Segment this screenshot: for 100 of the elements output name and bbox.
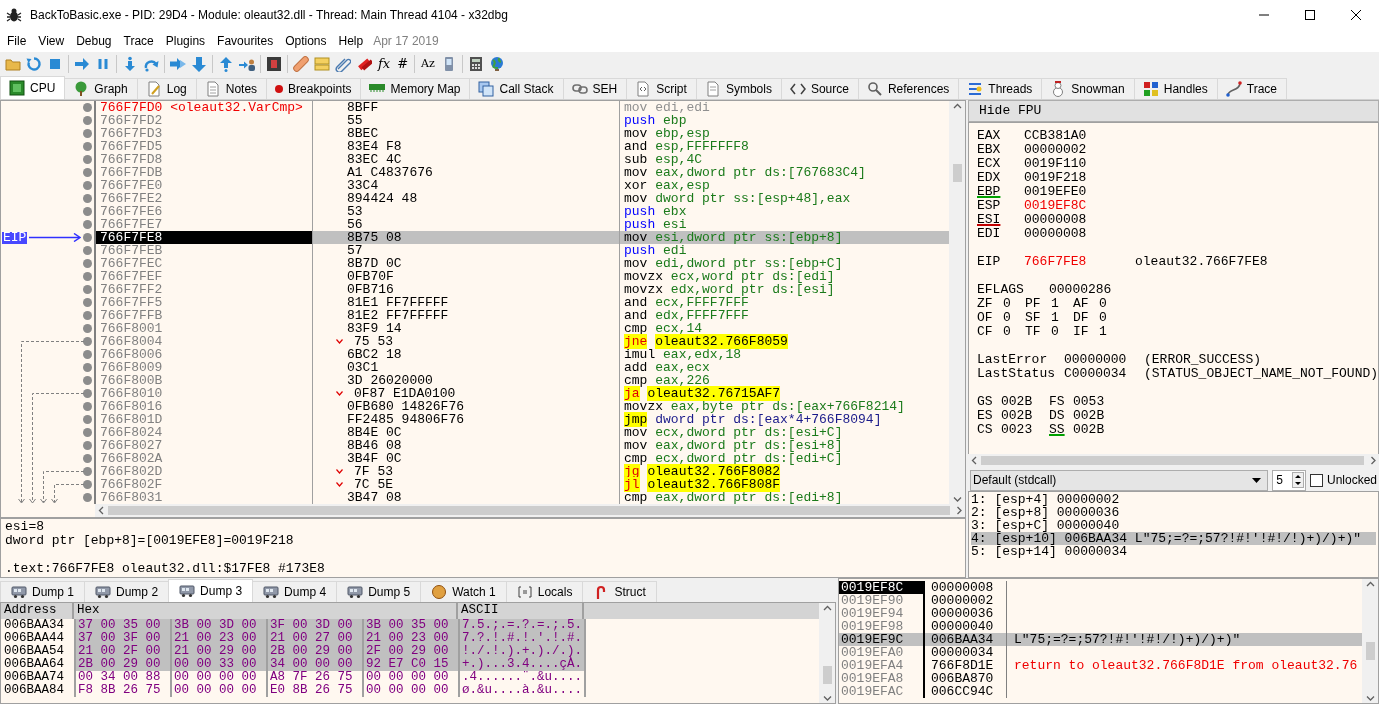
menu-item[interactable]: Plugins bbox=[159, 32, 212, 50]
breakpoint-dot-icon[interactable] bbox=[83, 142, 92, 151]
menu-item[interactable]: Favourites bbox=[211, 32, 280, 50]
menu-item[interactable]: Debug bbox=[70, 32, 118, 50]
argument-count-spinner[interactable]: 5 bbox=[1272, 469, 1306, 491]
tab[interactable]: Script bbox=[626, 78, 697, 99]
breakpoint-dot-icon[interactable] bbox=[83, 272, 92, 281]
menu-item[interactable]: File bbox=[1, 32, 33, 50]
breakpoint-dot-icon[interactable] bbox=[83, 389, 92, 398]
scroll-right-icon[interactable] bbox=[1370, 456, 1376, 465]
argument-row[interactable]: 5: [esp+14] 00000034 bbox=[971, 545, 1376, 558]
restart-icon[interactable] bbox=[26, 56, 42, 72]
tab[interactable]: Log bbox=[136, 78, 197, 99]
up-arrow-icon[interactable] bbox=[218, 56, 234, 72]
breakpoint-dot-icon[interactable] bbox=[83, 493, 92, 502]
breakpoint-dot-icon[interactable] bbox=[83, 337, 92, 346]
register-value: 00000000 bbox=[1064, 353, 1128, 367]
folder-icon[interactable] bbox=[5, 56, 21, 72]
tab[interactable]: Graph bbox=[64, 78, 138, 99]
scroll-thumb[interactable] bbox=[952, 164, 962, 182]
toolbar-button[interactable]: # bbox=[396, 56, 410, 72]
checkbox[interactable] bbox=[1309, 473, 1323, 487]
hide-fpu-button[interactable]: Hide FPU bbox=[968, 100, 1379, 122]
scroll-down-icon[interactable] bbox=[1365, 695, 1375, 701]
bandage-icon[interactable] bbox=[293, 56, 309, 72]
tab[interactable]: Symbols bbox=[695, 78, 782, 99]
vertical-scrollbar[interactable] bbox=[819, 603, 835, 703]
calling-convention-select[interactable]: Default (stdcall) bbox=[970, 469, 1269, 491]
breakpoint-dot-icon[interactable] bbox=[83, 285, 92, 294]
scroll-up-icon[interactable] bbox=[822, 605, 832, 611]
paperclip-icon[interactable] bbox=[335, 56, 351, 72]
breakpoint-dot-icon[interactable] bbox=[83, 194, 92, 203]
breakpoint-dot-icon[interactable] bbox=[83, 480, 92, 489]
tab[interactable]: Snowman bbox=[1041, 78, 1135, 99]
breakpoint-dot-icon[interactable] bbox=[83, 415, 92, 424]
tab[interactable]: Trace bbox=[1216, 78, 1287, 99]
scroll-down-icon[interactable] bbox=[952, 496, 962, 502]
tab[interactable]: Call Stack bbox=[469, 78, 564, 99]
breakpoint-dot-icon[interactable] bbox=[83, 246, 92, 255]
scroll-thumb[interactable] bbox=[108, 506, 950, 515]
breakpoint-dot-icon[interactable] bbox=[83, 428, 92, 437]
scroll-down-icon[interactable] bbox=[822, 695, 832, 701]
tab[interactable]: Memory Map bbox=[360, 78, 471, 99]
tab[interactable]: Breakpoints bbox=[266, 78, 362, 99]
breakpoint-dot-icon[interactable] bbox=[83, 116, 92, 125]
breakpoint-dot-icon[interactable] bbox=[83, 441, 92, 450]
breakpoint-dot-icon[interactable] bbox=[83, 311, 92, 320]
breakpoint-dot-icon[interactable] bbox=[83, 363, 92, 372]
hex-cell: F8 8B 26 75 bbox=[74, 684, 170, 697]
breakpoint-dot-icon[interactable] bbox=[83, 233, 92, 242]
breakpoint-dot-icon[interactable] bbox=[83, 376, 92, 385]
scroll-up-icon[interactable] bbox=[952, 103, 962, 109]
scroll-thumb[interactable] bbox=[981, 456, 1364, 465]
globe-icon[interactable] bbox=[488, 56, 505, 72]
breakpoint-dot-icon[interactable] bbox=[83, 168, 92, 177]
dark-square-icon[interactable] bbox=[266, 56, 282, 72]
stop-icon[interactable] bbox=[47, 56, 63, 72]
breakpoint-dot-icon[interactable] bbox=[83, 454, 92, 463]
scroll-left-icon[interactable] bbox=[98, 506, 104, 515]
horizontal-scrollbar[interactable] bbox=[968, 454, 1379, 467]
breakpoint-dot-icon[interactable] bbox=[83, 207, 92, 216]
scroll-thumb[interactable] bbox=[822, 666, 832, 684]
run-to-icon[interactable] bbox=[170, 56, 186, 72]
tab[interactable]: Dump 3 bbox=[168, 579, 254, 602]
scroll-right-icon[interactable] bbox=[956, 506, 962, 515]
menu-item[interactable]: Trace bbox=[117, 32, 160, 50]
breakpoint-dot-icon[interactable] bbox=[83, 259, 92, 268]
breakpoint-dot-icon[interactable] bbox=[83, 324, 92, 333]
scroll-thumb[interactable] bbox=[1365, 642, 1375, 660]
tab[interactable]: Handles bbox=[1133, 78, 1218, 99]
vertical-scrollbar[interactable] bbox=[949, 101, 965, 504]
scroll-left-icon[interactable] bbox=[971, 456, 977, 465]
tab[interactable]: Notes bbox=[195, 78, 268, 99]
calculator-icon[interactable] bbox=[467, 56, 484, 72]
toolbar-button[interactable]: Az bbox=[420, 56, 436, 72]
toolbar-button[interactable]: fx bbox=[377, 56, 392, 72]
breakpoint-dot-icon[interactable] bbox=[83, 402, 92, 411]
menu-item[interactable]: Help bbox=[332, 32, 370, 50]
argument-row[interactable]: 3: [esp+C] 00000040 bbox=[971, 519, 1376, 532]
breakpoint-dot-icon[interactable] bbox=[83, 467, 92, 476]
scroll-up-icon[interactable] bbox=[1365, 581, 1375, 587]
menu-item[interactable]: Options bbox=[279, 32, 333, 50]
breakpoint-dot-icon[interactable] bbox=[83, 129, 92, 138]
breakpoint-dot-icon[interactable] bbox=[83, 103, 92, 112]
breakpoint-dot-icon[interactable] bbox=[83, 155, 92, 164]
note-icon[interactable] bbox=[314, 56, 330, 72]
horizontal-scrollbar[interactable] bbox=[95, 504, 965, 517]
run-icon[interactable] bbox=[74, 56, 90, 72]
tab[interactable]: References bbox=[857, 78, 960, 99]
breakpoint-dot-icon[interactable] bbox=[83, 298, 92, 307]
argument-row[interactable]: 2: [esp+8] 00000036 bbox=[971, 506, 1376, 519]
vertical-scrollbar[interactable] bbox=[1362, 579, 1378, 703]
tab[interactable]: CPU bbox=[0, 76, 66, 99]
breakpoint-dot-icon[interactable] bbox=[83, 220, 92, 229]
down-arrow-icon[interactable] bbox=[191, 56, 207, 72]
menu-item[interactable]: View bbox=[32, 32, 71, 50]
breakpoint-dot-icon[interactable] bbox=[83, 350, 92, 359]
argument-row[interactable]: 4: [esp+10] 006BAA34 L"75;=?=;57?!#!'!#!/!)+)/)+)" bbox=[971, 532, 1376, 545]
breakpoint-dot-icon[interactable] bbox=[83, 181, 92, 190]
argument-row[interactable]: 1: [esp+4] 00000002 bbox=[971, 493, 1376, 506]
